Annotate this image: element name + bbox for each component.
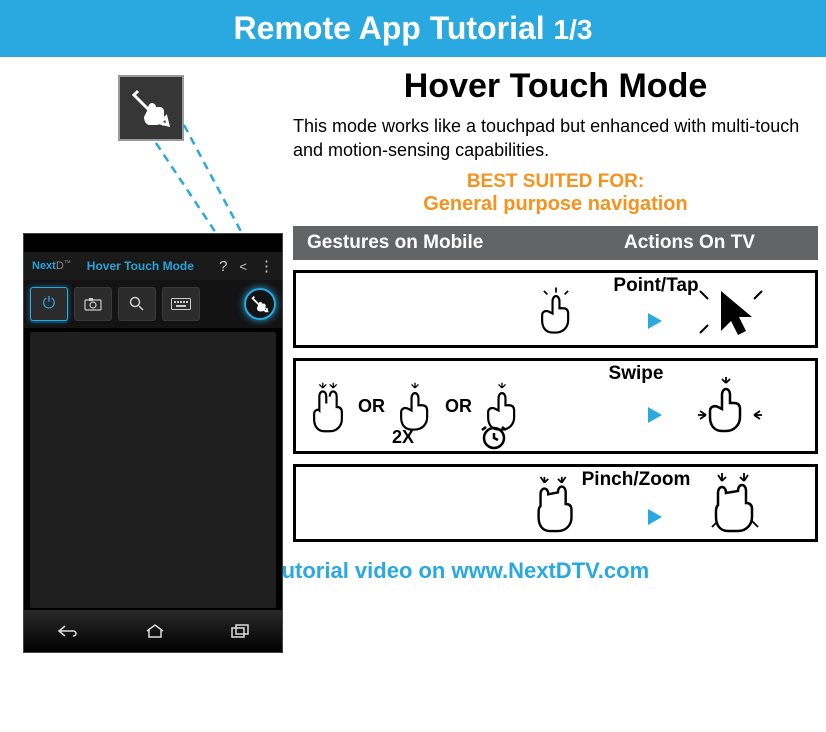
best-suited-label: BEST SUITED FOR: (293, 171, 818, 193)
gesture-table-header: Gestures on Mobile Actions On TV (293, 226, 818, 260)
phone-screen-title: Hover Touch Mode (87, 259, 207, 273)
tap-gesture-icon (530, 284, 582, 336)
home-button[interactable] (145, 624, 165, 638)
best-suited: BEST SUITED FOR: General purpose navigat… (293, 171, 818, 216)
left-column: NextD™ Hover Touch Mode ? < ⋮ ⏻ (8, 67, 293, 542)
touchpad-area[interactable] (30, 332, 276, 608)
search-tab[interactable] (118, 287, 156, 321)
menu-icon[interactable]: ⋮ (259, 257, 274, 275)
cursor-result-icon (696, 281, 766, 343)
gesture-row-pinch-zoom: Pinch/Zoom (293, 464, 818, 542)
power-tab[interactable]: ⏻ (30, 287, 68, 321)
phone-status-bar (24, 234, 282, 252)
phone-mode-tabs: ⏻ (24, 280, 282, 328)
gesture-row-point-tap: Point/Tap (293, 270, 818, 348)
or-text-2: OR (445, 396, 472, 417)
best-suited-value: General purpose navigation (293, 193, 818, 216)
gesture-row-swipe: OR OR 2X Swipe (293, 358, 818, 454)
sub-2x: 2X (392, 427, 414, 448)
right-column: Hover Touch Mode This mode works like a … (293, 67, 818, 542)
recent-button[interactable] (231, 624, 249, 638)
arrow-icon (616, 309, 664, 333)
row3-label: Pinch/Zoom (556, 469, 716, 491)
page-title: Hover Touch Mode (293, 67, 818, 106)
back-button[interactable] (57, 624, 79, 638)
two-finger-swipe-icon (302, 381, 354, 433)
arrow-icon (616, 505, 664, 529)
help-icon[interactable]: ? (219, 258, 227, 275)
phone-app-header: NextD™ Hover Touch Mode ? < ⋮ (24, 252, 282, 280)
banner-title: Remote App Tutorial (234, 10, 545, 46)
clock-icon (480, 423, 508, 451)
double-tap-swipe-icon (389, 381, 441, 433)
camera-tab[interactable] (74, 287, 112, 321)
header-actions: Actions On TV (624, 232, 804, 254)
description: This mode works like a touchpad but enha… (293, 114, 818, 163)
arrow-icon (616, 403, 664, 427)
swipe-result-icon (696, 377, 764, 441)
zoom-result-icon (704, 471, 768, 539)
keyboard-tab[interactable] (162, 287, 200, 321)
hover-touch-tab-active[interactable] (244, 288, 276, 320)
share-icon[interactable]: < (239, 259, 247, 274)
phone-system-nav (24, 610, 282, 652)
or-text-1: OR (358, 396, 385, 417)
banner-page: 1/3 (554, 14, 593, 45)
hover-touch-mode-large-icon (118, 75, 184, 141)
row2-label: Swipe (596, 363, 676, 385)
banner: Remote App Tutorial 1/3 (0, 0, 826, 57)
header-gestures: Gestures on Mobile (307, 232, 624, 254)
phone-mockup: NextD™ Hover Touch Mode ? < ⋮ ⏻ (23, 233, 283, 653)
phone-logo: NextD™ (32, 260, 71, 272)
content: NextD™ Hover Touch Mode ? < ⋮ ⏻ (0, 57, 826, 542)
